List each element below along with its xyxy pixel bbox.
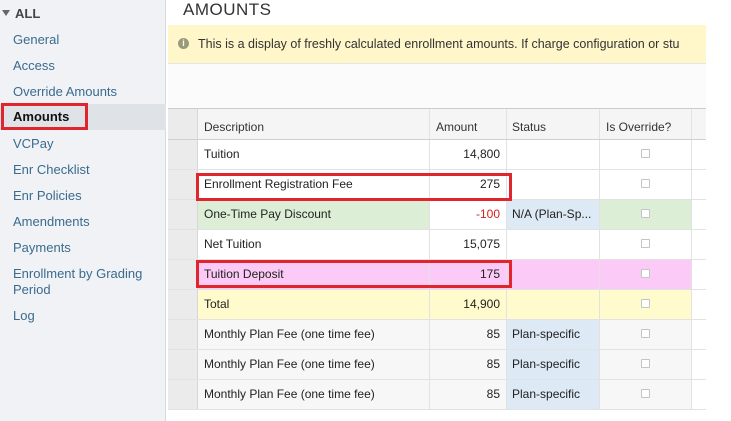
status-cell: Plan-specific [507,350,600,379]
amount-cell: 85 [430,320,507,349]
info-banner: i This is a display of freshly calculate… [168,25,706,63]
highlight-box-tuition-deposit [196,260,512,288]
override-checkbox[interactable] [641,329,650,338]
column-header-is-override[interactable]: Is Override? [600,109,692,139]
description-cell: Tuition [198,140,430,169]
description-cell: Monthly Plan Fee (one time fee) [198,350,430,379]
sidebar-root-label: ALL [15,5,41,21]
row-selector[interactable] [168,140,198,169]
sidebar-item-general[interactable]: General [13,32,158,48]
row-selector[interactable] [168,170,198,199]
override-cell [600,200,692,229]
header-select-cell [168,109,198,139]
description-cell: Net Tuition [198,230,430,259]
status-cell [507,230,600,259]
override-cell [600,320,692,349]
override-cell [600,350,692,379]
sidebar-root[interactable]: ALL [0,4,40,22]
row-selector[interactable] [168,230,198,259]
sidebar-item-enr-policies[interactable]: Enr Policies [13,188,158,204]
highlight-box-amounts [1,103,88,130]
status-cell [507,140,600,169]
sidebar-item-enrollment-by-grading-period[interactable]: Enrollment by Grading Period [13,266,158,298]
sidebar: ALL General Access Override Amounts Amou… [0,0,166,421]
status-cell: N/A (Plan-Sp... [507,200,600,229]
highlight-box-registration-fee [196,173,512,201]
column-header-amount[interactable]: Amount [430,109,507,139]
amount-cell: 15,075 [430,230,507,259]
column-header-status[interactable]: Status [507,109,600,139]
table-row[interactable]: Tuition 14,800 [168,140,706,170]
description-cell: Monthly Plan Fee (one time fee) [198,380,430,409]
table-row[interactable]: Monthly Plan Fee (one time fee) 85 Plan-… [168,380,706,410]
amount-cell: 14,800 [430,140,507,169]
override-checkbox[interactable] [641,299,650,308]
row-selector[interactable] [168,290,198,319]
row-selector[interactable] [168,350,198,379]
toolbar-area [168,63,706,109]
info-icon: i [178,38,189,49]
description-cell: Monthly Plan Fee (one time fee) [198,320,430,349]
amount-cell: 14,900 [430,290,507,319]
status-cell [507,260,600,289]
caret-down-icon [2,10,10,16]
page-title: AMOUNTS [183,0,272,19]
table-row[interactable]: Total 14,900 [168,290,706,320]
table-row[interactable]: Monthly Plan Fee (one time fee) 85 Plan-… [168,350,706,380]
amount-cell: 85 [430,350,507,379]
override-checkbox[interactable] [641,149,650,158]
row-selector[interactable] [168,260,198,289]
override-checkbox[interactable] [641,269,650,278]
table-row[interactable]: Net Tuition 15,075 [168,230,706,260]
grid-header-row: Description Amount Status Is Override? [168,109,706,140]
status-cell: Plan-specific [507,320,600,349]
override-checkbox[interactable] [641,209,650,218]
override-cell [600,140,692,169]
override-cell [600,170,692,199]
table-row[interactable]: One-Time Pay Discount -100 N/A (Plan-Sp.… [168,200,706,230]
status-cell [507,290,600,319]
override-checkbox[interactable] [641,179,650,188]
override-cell [600,260,692,289]
override-cell [600,230,692,259]
row-selector[interactable] [168,200,198,229]
column-header-description[interactable]: Description [198,109,430,139]
sidebar-item-amendments[interactable]: Amendments [13,214,158,230]
status-cell: Plan-specific [507,380,600,409]
sidebar-item-log[interactable]: Log [13,308,158,324]
amount-cell: -100 [430,200,507,229]
header-end-cell [692,109,706,139]
description-cell: Total [198,290,430,319]
sidebar-item-override-amounts[interactable]: Override Amounts [13,84,158,100]
sidebar-item-payments[interactable]: Payments [13,240,158,256]
override-cell [600,290,692,319]
description-cell: One-Time Pay Discount [198,200,430,229]
info-text: This is a display of freshly calculated … [198,37,680,51]
row-selector[interactable] [168,320,198,349]
sidebar-item-access[interactable]: Access [13,58,158,74]
amount-cell: 85 [430,380,507,409]
table-row[interactable]: Monthly Plan Fee (one time fee) 85 Plan-… [168,320,706,350]
override-cell [600,380,692,409]
status-cell [507,170,600,199]
sidebar-item-enr-checklist[interactable]: Enr Checklist [13,162,158,178]
override-checkbox[interactable] [641,359,650,368]
row-selector[interactable] [168,380,198,409]
override-checkbox[interactable] [641,389,650,398]
override-checkbox[interactable] [641,239,650,248]
amounts-grid: Description Amount Status Is Override? T… [168,108,706,410]
sidebar-item-vcpay[interactable]: VCPay [13,136,158,152]
